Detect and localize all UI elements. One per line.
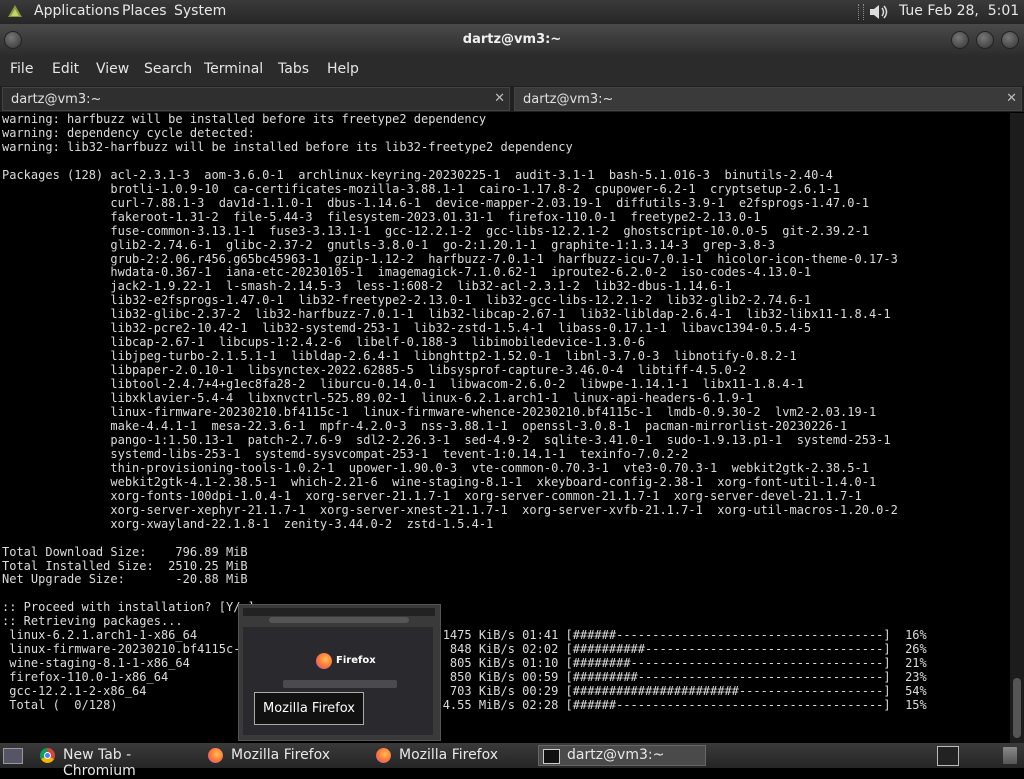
firefox-icon [208,748,223,763]
tab-terminal-1[interactable]: dartz@vm3:~ ✕ [2,87,510,111]
terminal-line: xorg-server-xephyr-21.1.7-1 xorg-server-… [2,502,898,517]
preview-firefox-title: Firefox [336,655,376,666]
terminal-line: hwdata-0.367-1 iana-etc-20230105-1 image… [2,265,812,280]
preview-search-box [283,680,397,688]
terminal-line: thin-provisioning-tools-1.0.2-1 upower-1… [2,460,869,475]
terminal-line: warning: lib32-harfbuzz will be installe… [2,139,573,154]
terminal-line: fuse-common-3.13.1-1 fuse3-3.13.1-1 gcc-… [2,223,869,238]
clock[interactable]: Tue Feb 28, 5:01 PM [899,3,1024,19]
tab-label: dartz@vm3:~ [11,92,102,107]
terminal-output[interactable]: warning: harfbuzz will be installed befo… [0,112,1010,743]
show-desktop-icon[interactable] [3,748,23,764]
menu-help[interactable]: Help [327,61,359,77]
terminal-line: :: Proceed with installation? [Y/n] [2,600,255,615]
terminal-line: brotli-1.0.9-10 ca-certificates-mozilla-… [2,181,841,196]
maximize-icon[interactable] [976,31,994,49]
window-title: dartz@vm3:~ [462,32,562,47]
menubar: File Edit View Search Terminal Tabs Help [0,56,1024,86]
terminal-line: grub-2:2.06.r456.g65bc45963-1 gzip-1.12-… [2,251,898,266]
applications-menu[interactable]: Applications [34,3,120,19]
terminal-line: warning: dependency cycle detected: [2,125,255,140]
menu-tabs[interactable]: Tabs [278,61,309,77]
terminal-line: gcc-12.2.1-2-x86_64 MiB 703 KiB/s 00:29 … [2,684,927,699]
terminal-line: linux-6.2.1.arch1-1-x86_64 MiB 1475 KiB/… [2,628,927,643]
system-menu[interactable]: System [174,3,226,19]
menu-edit[interactable]: Edit [52,61,79,77]
taskbar-label: Mozilla Firefox [231,747,331,763]
workspace-switcher-icon[interactable] [937,746,959,766]
taskbar-label: New Tab - Chromium [63,747,136,779]
terminal-line: jack2-1.9.22-1 l-smash-2.14.5-3 less-1:6… [2,279,732,294]
terminal-line: libjpeg-turbo-2.1.5.1-1 libldap-2.6.4-1 … [2,349,797,364]
terminal-line: warning: harfbuzz will be installed befo… [2,112,487,126]
volume-icon[interactable] [868,2,890,22]
firefox-logo-icon [316,653,332,669]
preview-urlbar [269,617,409,623]
terminal-line: pango-1:1.50.13-1 patch-2.7.6-9 sdl2-2.2… [2,432,891,447]
terminal-line: lib32-glibc-2.37-2 lib32-harfbuzz-7.0.1-… [2,307,891,322]
terminal-line: make-4.4.1-1 mesa-22.3.6-1 mpfr-4.2.0-3 … [2,418,848,433]
menu-file[interactable]: File [10,61,33,77]
terminal-line: firefox-110.0-1-x86_64 MiB 850 KiB/s 00:… [2,670,927,685]
bottom-panel: New Tab - Chromium Mozilla Firefox Mozil… [0,743,1024,779]
close-icon[interactable] [1001,31,1019,49]
tab-terminal-2[interactable]: dartz@vm3:~ ✕ [514,87,1022,111]
minimize-icon[interactable] [951,31,969,49]
applications-icon[interactable] [6,3,24,21]
terminal-line: linux-firmware-20230210.bf4115c-1-any Mi… [2,642,927,657]
terminal-icon [543,749,560,764]
chromium-icon [40,748,55,763]
taskbar-item-terminal[interactable]: dartz@vm3:~ [538,745,706,766]
terminal-line: wine-staging-8.1-1-x86_64 MiB 805 KiB/s … [2,656,927,671]
terminal-line: Total ( 0/128) MiB 4.55 MiB/s 02:28 [###… [2,698,927,713]
terminal-text: warning: harfbuzz will be installed befo… [0,112,1010,713]
terminal-line: xorg-xwayland-22.1.8-1 zenity-3.44.0-2 z… [2,516,494,531]
terminal-line: systemd-libs-253-1 systemd-sysvcompat-25… [2,446,689,461]
menu-terminal[interactable]: Terminal [204,61,263,77]
terminal-line: Packages (128) acl-2.3.1-3 aom-3.6.0-1 a… [2,167,833,182]
terminal-line: webkit2gtk-4.1-2.38.5-1 which-2.21-6 win… [2,474,877,489]
taskbar-label: dartz@vm3:~ [567,747,665,763]
scrollbar-thumb[interactable] [1013,678,1021,738]
terminal-line: curl-7.88.1-3 dav1d-1.1.0-1 dbus-1.14.6-… [2,195,869,210]
terminal-line: libpaper-2.0.10-1 libsynctex-2022.62885-… [2,363,747,378]
terminal-line: lib32-e2fsprogs-1.47.0-1 lib32-freetype2… [2,293,812,308]
taskbar-tooltip: Mozilla Firefox [254,692,364,725]
window-titlebar[interactable]: dartz@vm3:~ [0,24,1024,56]
terminal-line: Total Installed Size: 2510.25 MiB [2,558,248,573]
tab-bar: dartz@vm3:~ ✕ dartz@vm3:~ ✕ [0,86,1024,112]
tab-label: dartz@vm3:~ [523,92,614,107]
terminal-line: linux-firmware-20230210.bf4115c-1 linux-… [2,405,877,420]
places-menu[interactable]: Places [122,3,167,19]
terminal-line: fakeroot-1.31-2 file-5.44-3 filesystem-2… [2,209,761,224]
terminal-line: :: Retrieving packages... [2,614,183,629]
top-panel: Applications Places System Tue Feb 28, 5… [0,0,1024,24]
menu-search[interactable]: Search [144,61,192,77]
terminal-line: lib32-pcre2-10.42-1 lib32-systemd-253-1 … [2,321,812,336]
preview-tabstrip [243,608,435,616]
firefox-icon [376,748,391,763]
terminal-line: libcap-2.67-1 libcups-1:2.4.2-6 libelf-0… [2,335,645,350]
terminal-line: Total Download Size: 796.89 MiB [2,544,248,559]
tab-close-icon[interactable]: ✕ [1006,91,1017,106]
terminal-line: xorg-fonts-100dpi-1.0.4-1 xorg-server-21… [2,488,862,503]
terminal-line: glib2-2.74.6-1 glibc-2.37-2 gnutls-3.8.0… [2,237,776,252]
taskbar-item-chromium[interactable]: New Tab - Chromium [36,745,200,779]
menu-view[interactable]: View [96,61,129,77]
taskbar-label: Mozilla Firefox [399,747,499,763]
trash-icon[interactable] [1003,747,1017,764]
panel-separator-icon [858,4,864,20]
terminal-line: libxklavier-5.4-4 libxnvctrl-525.89.02-1… [2,391,754,406]
taskbar-item-firefox-1[interactable]: Mozilla Firefox [204,745,368,766]
terminal-scrollbar[interactable] [1010,113,1024,743]
terminal-line: libtool-2.4.7+4+g1ec8fa28-2 liburcu-0.14… [2,377,804,392]
taskbar-item-firefox-2[interactable]: Mozilla Firefox [372,745,536,766]
terminal-line: Net Upgrade Size: -20.88 MiB [2,572,248,587]
tab-close-icon[interactable]: ✕ [494,91,505,106]
